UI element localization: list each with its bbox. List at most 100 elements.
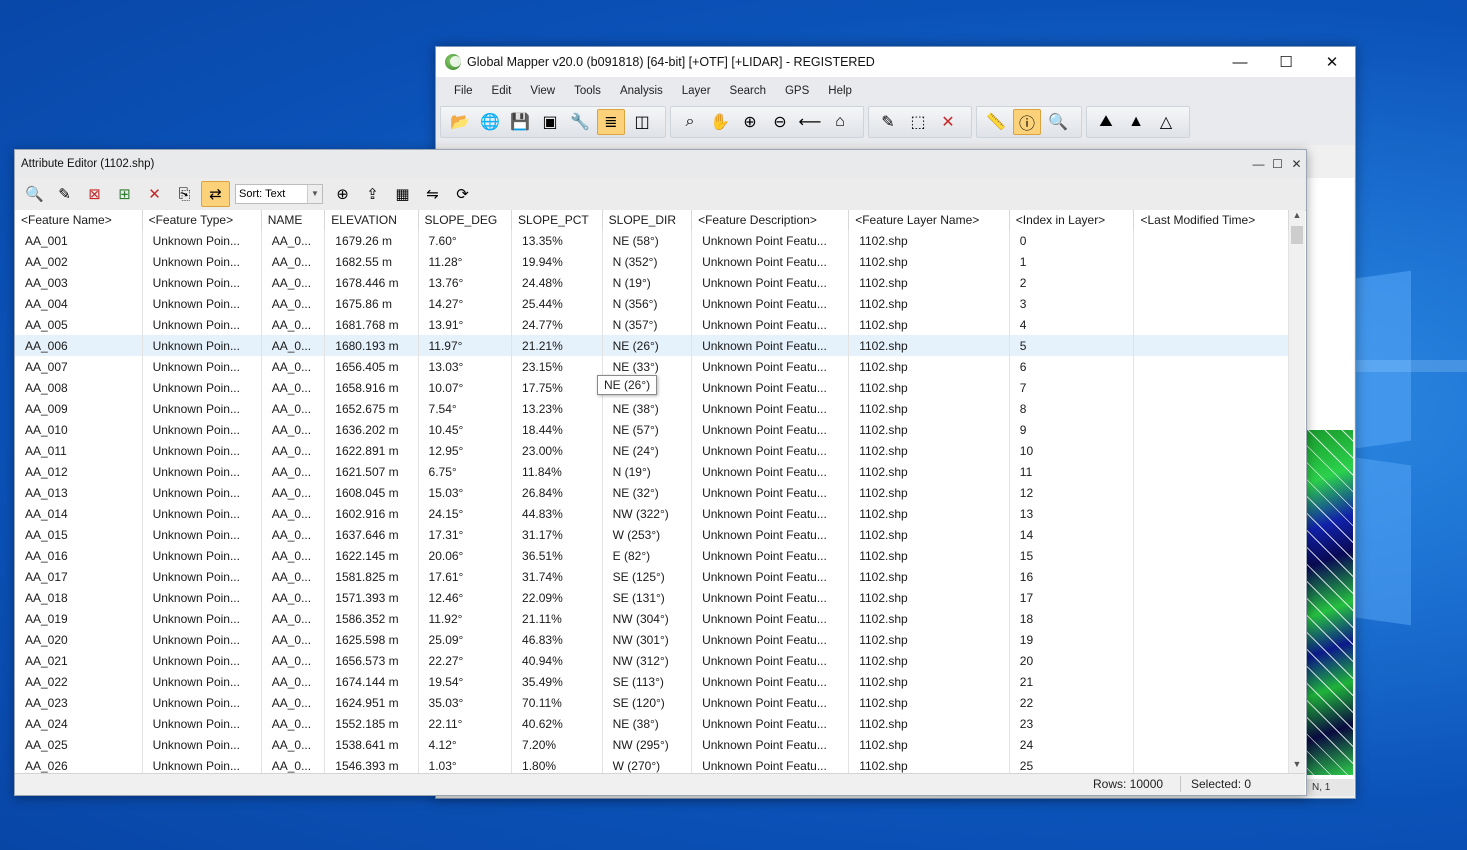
- table-cell[interactable]: AA_0...: [261, 503, 326, 524]
- table-row[interactable]: AA_007 Unknown Poin... AA_0... 1656.405 m 13…: [15, 356, 1289, 377]
- table-cell[interactable]: AA_0...: [261, 314, 326, 335]
- table-cell[interactable]: 11.92°: [418, 608, 513, 629]
- table-cell[interactable]: NW (301°): [602, 629, 693, 650]
- table-cell[interactable]: N (19°): [602, 272, 693, 293]
- table-cell[interactable]: 21.21%: [511, 335, 603, 356]
- table-cell[interactable]: 18.44%: [511, 419, 603, 440]
- table-cell[interactable]: SE (113°): [602, 671, 693, 692]
- table-cell[interactable]: Unknown Poin...: [142, 335, 262, 356]
- table-row[interactable]: AA_006 Unknown Poin... AA_0... 1680.193 m 11…: [15, 335, 1289, 356]
- table-cell[interactable]: 5: [1009, 335, 1135, 356]
- table-cell[interactable]: 1674.144 m: [324, 671, 419, 692]
- menu-search[interactable]: Search: [718, 85, 773, 97]
- table-cell[interactable]: Unknown Poin...: [142, 629, 262, 650]
- table-cell[interactable]: Unknown Point Featu...: [691, 587, 850, 608]
- table-cell[interactable]: 1102.shp: [848, 335, 1010, 356]
- table-row[interactable]: AA_024 Unknown Poin... AA_0... 1552.185 m 22…: [15, 713, 1289, 734]
- table-cell[interactable]: 15: [1009, 545, 1135, 566]
- table-cell[interactable]: Unknown Poin...: [142, 545, 262, 566]
- column-header[interactable]: SLOPE_DEG: [418, 210, 513, 230]
- table-cell[interactable]: Unknown Poin...: [142, 419, 262, 440]
- table-cell[interactable]: AA_017: [15, 566, 143, 587]
- table-cell[interactable]: 1675.86 m: [324, 293, 419, 314]
- table-cell[interactable]: 13.23%: [511, 398, 603, 419]
- ae-close-button[interactable]: ✕: [1287, 157, 1306, 171]
- table-cell[interactable]: N (19°): [602, 461, 693, 482]
- table-cell[interactable]: Unknown Point Featu...: [691, 314, 850, 335]
- table-cell[interactable]: AA_002: [15, 251, 143, 272]
- table-cell[interactable]: Unknown Poin...: [142, 524, 262, 545]
- menu-edit[interactable]: Edit: [480, 85, 519, 97]
- table-cell[interactable]: 24: [1009, 734, 1135, 755]
- table-row[interactable]: AA_014 Unknown Poin... AA_0... 1602.916 m 24…: [15, 503, 1289, 524]
- table-cell[interactable]: 1102.shp: [848, 419, 1010, 440]
- table-cell[interactable]: SE (131°): [602, 587, 693, 608]
- table-cell[interactable]: [1133, 230, 1289, 251]
- table-row[interactable]: AA_017 Unknown Poin... AA_0... 1581.825 m 17…: [15, 566, 1289, 587]
- table-cell[interactable]: AA_007: [15, 356, 143, 377]
- table-cell[interactable]: 10: [1009, 440, 1135, 461]
- column-header[interactable]: <Feature Name>: [15, 210, 143, 230]
- table-cell[interactable]: 20: [1009, 650, 1135, 671]
- table-cell[interactable]: 24.48%: [511, 272, 603, 293]
- terrain-layers-icon[interactable]: ▲: [1123, 110, 1149, 134]
- table-row[interactable]: AA_016 Unknown Poin... AA_0... 1622.145 m 20…: [15, 545, 1289, 566]
- column-header[interactable]: ELEVATION: [324, 210, 419, 230]
- table-cell[interactable]: 14.27°: [418, 293, 513, 314]
- table-cell[interactable]: Unknown Point Featu...: [691, 440, 850, 461]
- table-cell[interactable]: W (253°): [602, 524, 693, 545]
- table-cell[interactable]: 25.44%: [511, 293, 603, 314]
- attribute-editor-icon[interactable]: ≣: [597, 109, 625, 135]
- table-cell[interactable]: 1.80%: [511, 755, 603, 773]
- scroll-up-icon[interactable]: ▲: [1289, 210, 1305, 224]
- table-cell[interactable]: NE (57°): [602, 419, 693, 440]
- delete-x-icon[interactable]: ✕: [935, 110, 961, 134]
- table-cell[interactable]: 19.54°: [418, 671, 513, 692]
- table-cell[interactable]: [1133, 608, 1289, 629]
- copy-table-icon[interactable]: ⎘: [171, 182, 198, 206]
- table-cell[interactable]: Unknown Point Featu...: [691, 503, 850, 524]
- table-cell[interactable]: 1102.shp: [848, 755, 1010, 773]
- table-cell[interactable]: 17: [1009, 587, 1135, 608]
- table-cell[interactable]: AA_0...: [261, 230, 326, 251]
- table-cell[interactable]: AA_0...: [261, 713, 326, 734]
- table-cell[interactable]: 40.94%: [511, 650, 603, 671]
- menu-view[interactable]: View: [518, 85, 562, 97]
- table-cell[interactable]: 10.45°: [418, 419, 513, 440]
- table-cell[interactable]: AA_0...: [261, 461, 326, 482]
- menu-layer[interactable]: Layer: [670, 85, 718, 97]
- table-cell[interactable]: AA_025: [15, 734, 143, 755]
- table-cell[interactable]: 31.17%: [511, 524, 603, 545]
- table-cell[interactable]: 12: [1009, 482, 1135, 503]
- table-cell[interactable]: [1133, 419, 1289, 440]
- table-cell[interactable]: AA_0...: [261, 377, 326, 398]
- vertical-scrollbar[interactable]: ▲ ▼: [1289, 210, 1305, 773]
- table-cell[interactable]: Unknown Point Featu...: [691, 419, 850, 440]
- table-cell[interactable]: Unknown Poin...: [142, 272, 262, 293]
- table-cell[interactable]: 1658.916 m: [324, 377, 419, 398]
- column-header[interactable]: <Feature Description>: [691, 210, 850, 230]
- table-cell[interactable]: Unknown Poin...: [142, 566, 262, 587]
- table-cell[interactable]: 23: [1009, 713, 1135, 734]
- table-row[interactable]: AA_010 Unknown Poin... AA_0... 1636.202 m 10…: [15, 419, 1289, 440]
- table-cell[interactable]: 1608.045 m: [324, 482, 419, 503]
- menu-help[interactable]: Help: [816, 85, 859, 97]
- table-cell[interactable]: AA_016: [15, 545, 143, 566]
- table-cell[interactable]: 0: [1009, 230, 1135, 251]
- column-header[interactable]: <Index in Layer>: [1009, 210, 1135, 230]
- table-cell[interactable]: AA_0...: [261, 587, 326, 608]
- table-cell[interactable]: 1102.shp: [848, 650, 1010, 671]
- table-cell[interactable]: [1133, 461, 1289, 482]
- sync-selection-icon[interactable]: ⇄: [201, 181, 230, 207]
- table-cell[interactable]: 4: [1009, 314, 1135, 335]
- table-cell[interactable]: 1622.145 m: [324, 545, 419, 566]
- control-center-icon[interactable]: ▣: [537, 110, 563, 134]
- table-cell[interactable]: AA_006: [15, 335, 143, 356]
- scroll-thumb[interactable]: [1291, 226, 1303, 244]
- table-cell[interactable]: N (356°): [602, 293, 693, 314]
- add-column-icon[interactable]: ⊕: [329, 182, 356, 206]
- select-features-icon[interactable]: ⊞: [111, 182, 138, 206]
- menu-gps[interactable]: GPS: [773, 85, 816, 97]
- table-cell[interactable]: [1133, 524, 1289, 545]
- table-cell[interactable]: Unknown Poin...: [142, 755, 262, 773]
